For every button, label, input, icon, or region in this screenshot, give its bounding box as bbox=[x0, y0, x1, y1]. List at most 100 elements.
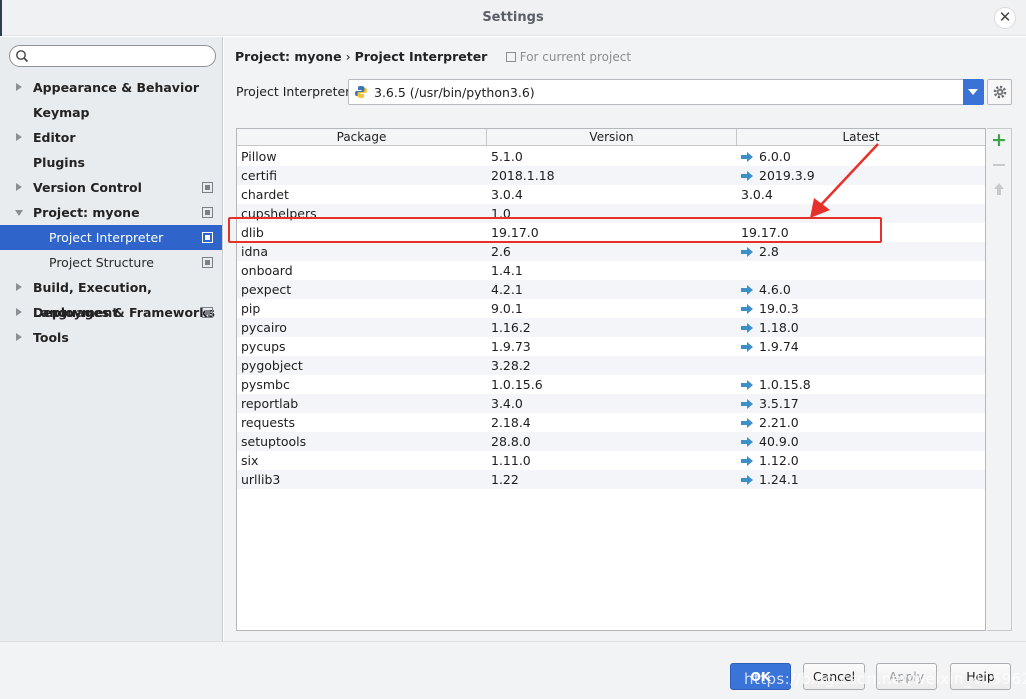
latest-version: 1.9.74 bbox=[759, 339, 799, 354]
column-header-package[interactable]: Package bbox=[237, 129, 487, 146]
sidebar-item[interactable]: Build, Execution, Deployment bbox=[0, 275, 222, 320]
package-version: 1.0.15.6 bbox=[491, 377, 543, 392]
sidebar-item[interactable]: Keymap bbox=[0, 100, 222, 125]
latest-version: 6.0.0 bbox=[759, 149, 791, 164]
upgrade-arrow-icon bbox=[741, 285, 753, 295]
sidebar-item[interactable]: Version Control bbox=[0, 175, 222, 200]
chevron-right-icon[interactable] bbox=[16, 283, 22, 291]
help-button[interactable]: Help bbox=[950, 663, 1011, 690]
settings-sidebar: Appearance & Behavior Keymap Editor Plugins… bbox=[0, 37, 223, 641]
table-row[interactable]: pygobject 3.28.2 bbox=[237, 356, 985, 375]
package-name: pip bbox=[241, 301, 261, 316]
package-name: chardet bbox=[241, 187, 289, 202]
scope-hint: For current project bbox=[505, 50, 632, 64]
interpreter-select[interactable]: 3.6.5 (/usr/bin/python3.6) bbox=[348, 79, 984, 105]
search-input[interactable] bbox=[9, 45, 216, 67]
upgrade-arrow-icon bbox=[741, 247, 753, 257]
chevron-right-icon[interactable] bbox=[16, 183, 22, 191]
remove-package-button[interactable] bbox=[991, 157, 1007, 173]
table-row[interactable]: pexpect 4.2.1 4.6.0 bbox=[237, 280, 985, 299]
table-row[interactable]: pycairo 1.16.2 1.18.0 bbox=[237, 318, 985, 337]
upgrade-arrow-icon bbox=[741, 171, 753, 181]
upgrade-arrow-icon bbox=[741, 380, 753, 390]
package-version: 3.28.2 bbox=[491, 358, 531, 373]
upgrade-arrow-icon bbox=[741, 475, 753, 485]
cancel-button[interactable]: Cancel bbox=[803, 663, 865, 690]
python-icon bbox=[355, 86, 367, 98]
chevron-down-icon[interactable] bbox=[15, 210, 23, 216]
package-version: 1.9.73 bbox=[491, 339, 531, 354]
close-button[interactable]: ✕ bbox=[994, 7, 1016, 29]
sidebar-item[interactable]: Tools bbox=[0, 325, 222, 350]
add-package-button[interactable]: + bbox=[991, 131, 1007, 150]
upgrade-arrow-icon bbox=[741, 342, 753, 352]
table-row[interactable]: onboard 1.4.1 bbox=[237, 261, 985, 280]
interpreter-label: Project Interpreter: bbox=[236, 84, 355, 99]
sidebar-item-label: Project Interpreter bbox=[49, 230, 164, 245]
table-row[interactable]: reportlab 3.4.0 3.5.17 bbox=[237, 394, 985, 413]
sidebar-item[interactable]: Languages & Frameworks bbox=[0, 300, 222, 325]
package-name: six bbox=[241, 453, 259, 468]
table-row[interactable]: pip 9.0.1 19.0.3 bbox=[237, 299, 985, 318]
package-latest: 1.12.0 bbox=[741, 451, 799, 470]
upgrade-arrow-icon bbox=[741, 323, 753, 333]
table-row[interactable]: urllib3 1.22 1.24.1 bbox=[237, 470, 985, 489]
apply-button[interactable]: Apply bbox=[876, 663, 937, 690]
chevron-right-icon[interactable] bbox=[16, 308, 22, 316]
scope-label: For current project bbox=[519, 50, 632, 64]
package-latest: 19.17.0 bbox=[741, 223, 789, 242]
package-name: reportlab bbox=[241, 396, 299, 411]
project-scope-icon bbox=[202, 257, 213, 268]
package-latest: 2.21.0 bbox=[741, 413, 799, 432]
table-row[interactable]: requests 2.18.4 2.21.0 bbox=[237, 413, 985, 432]
column-header-version[interactable]: Version bbox=[487, 129, 737, 146]
table-row[interactable]: pycups 1.9.73 1.9.74 bbox=[237, 337, 985, 356]
table-row[interactable]: pysmbc 1.0.15.6 1.0.15.8 bbox=[237, 375, 985, 394]
package-version: 1.4.1 bbox=[491, 263, 523, 278]
table-row[interactable]: six 1.11.0 1.12.0 bbox=[237, 451, 985, 470]
sidebar-item[interactable]: Appearance & Behavior bbox=[0, 75, 222, 100]
sidebar-item-label: Version Control bbox=[33, 180, 142, 195]
interpreter-settings-button[interactable] bbox=[987, 79, 1012, 105]
package-version: 2018.1.18 bbox=[491, 168, 555, 183]
table-row[interactable]: setuptools 28.8.0 40.9.0 bbox=[237, 432, 985, 451]
package-latest: 4.6.0 bbox=[741, 280, 791, 299]
upgrade-arrow-icon bbox=[741, 304, 753, 314]
latest-version: 1.12.0 bbox=[759, 453, 799, 468]
package-version: 19.17.0 bbox=[491, 225, 539, 240]
latest-version: 1.18.0 bbox=[759, 320, 799, 335]
package-version: 3.0.4 bbox=[491, 187, 523, 202]
sidebar-item[interactable]: Project Interpreter bbox=[0, 225, 222, 250]
breadcrumb-page: Project Interpreter bbox=[354, 49, 488, 64]
sidebar-item-label: Editor bbox=[33, 130, 76, 145]
upgrade-arrow-icon bbox=[741, 418, 753, 428]
settings-content: Project: myone › Project Interpreter For c… bbox=[224, 37, 1026, 641]
package-latest: 3.5.17 bbox=[741, 394, 799, 413]
settings-tree: Appearance & Behavior Keymap Editor Plugins… bbox=[0, 75, 222, 350]
sidebar-item[interactable]: Project: myone bbox=[0, 200, 222, 225]
upgrade-package-button[interactable] bbox=[991, 182, 1007, 198]
chevron-right-icon[interactable] bbox=[16, 133, 22, 141]
package-name: pygobject bbox=[241, 358, 303, 373]
latest-version: 40.9.0 bbox=[759, 434, 799, 449]
window-edge bbox=[0, 0, 2, 36]
chevron-down-icon[interactable] bbox=[963, 79, 984, 105]
table-row[interactable]: idna 2.6 2.8 bbox=[237, 242, 985, 261]
dialog-footer: OK Cancel Apply Help bbox=[0, 641, 1026, 699]
title-bar: Settings ✕ bbox=[0, 0, 1026, 36]
sidebar-item-label: Project Structure bbox=[49, 255, 154, 270]
sidebar-item[interactable]: Plugins bbox=[0, 150, 222, 175]
sidebar-item[interactable]: Editor bbox=[0, 125, 222, 150]
ok-button[interactable]: OK bbox=[730, 663, 791, 690]
package-version: 3.4.0 bbox=[491, 396, 523, 411]
package-version: 2.6 bbox=[491, 244, 511, 259]
interpreter-value: 3.6.5 (/usr/bin/python3.6) bbox=[374, 85, 535, 100]
package-version: 1.22 bbox=[491, 472, 519, 487]
chevron-right-icon[interactable] bbox=[16, 333, 22, 341]
package-name: Pillow bbox=[241, 149, 277, 164]
chevron-right-icon[interactable] bbox=[16, 83, 22, 91]
package-version: 1.0 bbox=[491, 206, 511, 221]
package-latest: 1.9.74 bbox=[741, 337, 799, 356]
package-name: cupshelpers bbox=[241, 206, 317, 221]
sidebar-item[interactable]: Project Structure bbox=[0, 250, 222, 275]
